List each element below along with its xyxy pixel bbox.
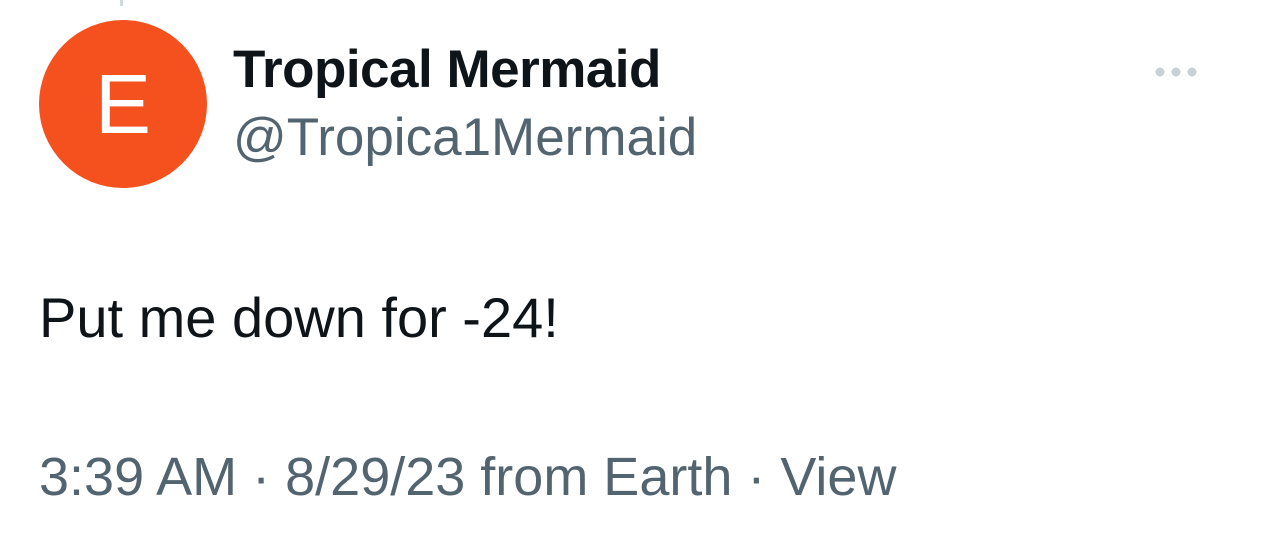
thread-connector-line <box>120 0 123 6</box>
tweet-time[interactable]: 3:39 AM <box>39 447 237 507</box>
tweet-date[interactable]: 8/29/23 <box>285 447 465 507</box>
avatar[interactable]: E <box>39 20 207 188</box>
more-horizontal-icon <box>1155 67 1197 77</box>
tweet-source: from Earth <box>465 447 733 507</box>
avatar-letter: E <box>94 57 152 151</box>
view-link[interactable]: View <box>780 447 896 507</box>
author-display-name[interactable]: Tropical Mermaid <box>233 38 661 102</box>
more-options-button[interactable] <box>1148 52 1204 92</box>
meta-separator: · <box>237 447 286 507</box>
tweet-metadata: 3:39 AM · 8/29/23 from Earth · View <box>39 445 896 510</box>
tweet-text: Put me down for -24! <box>39 286 559 349</box>
meta-separator: · <box>732 447 781 507</box>
author-handle[interactable]: @Tropica1Mermaid <box>233 106 697 170</box>
